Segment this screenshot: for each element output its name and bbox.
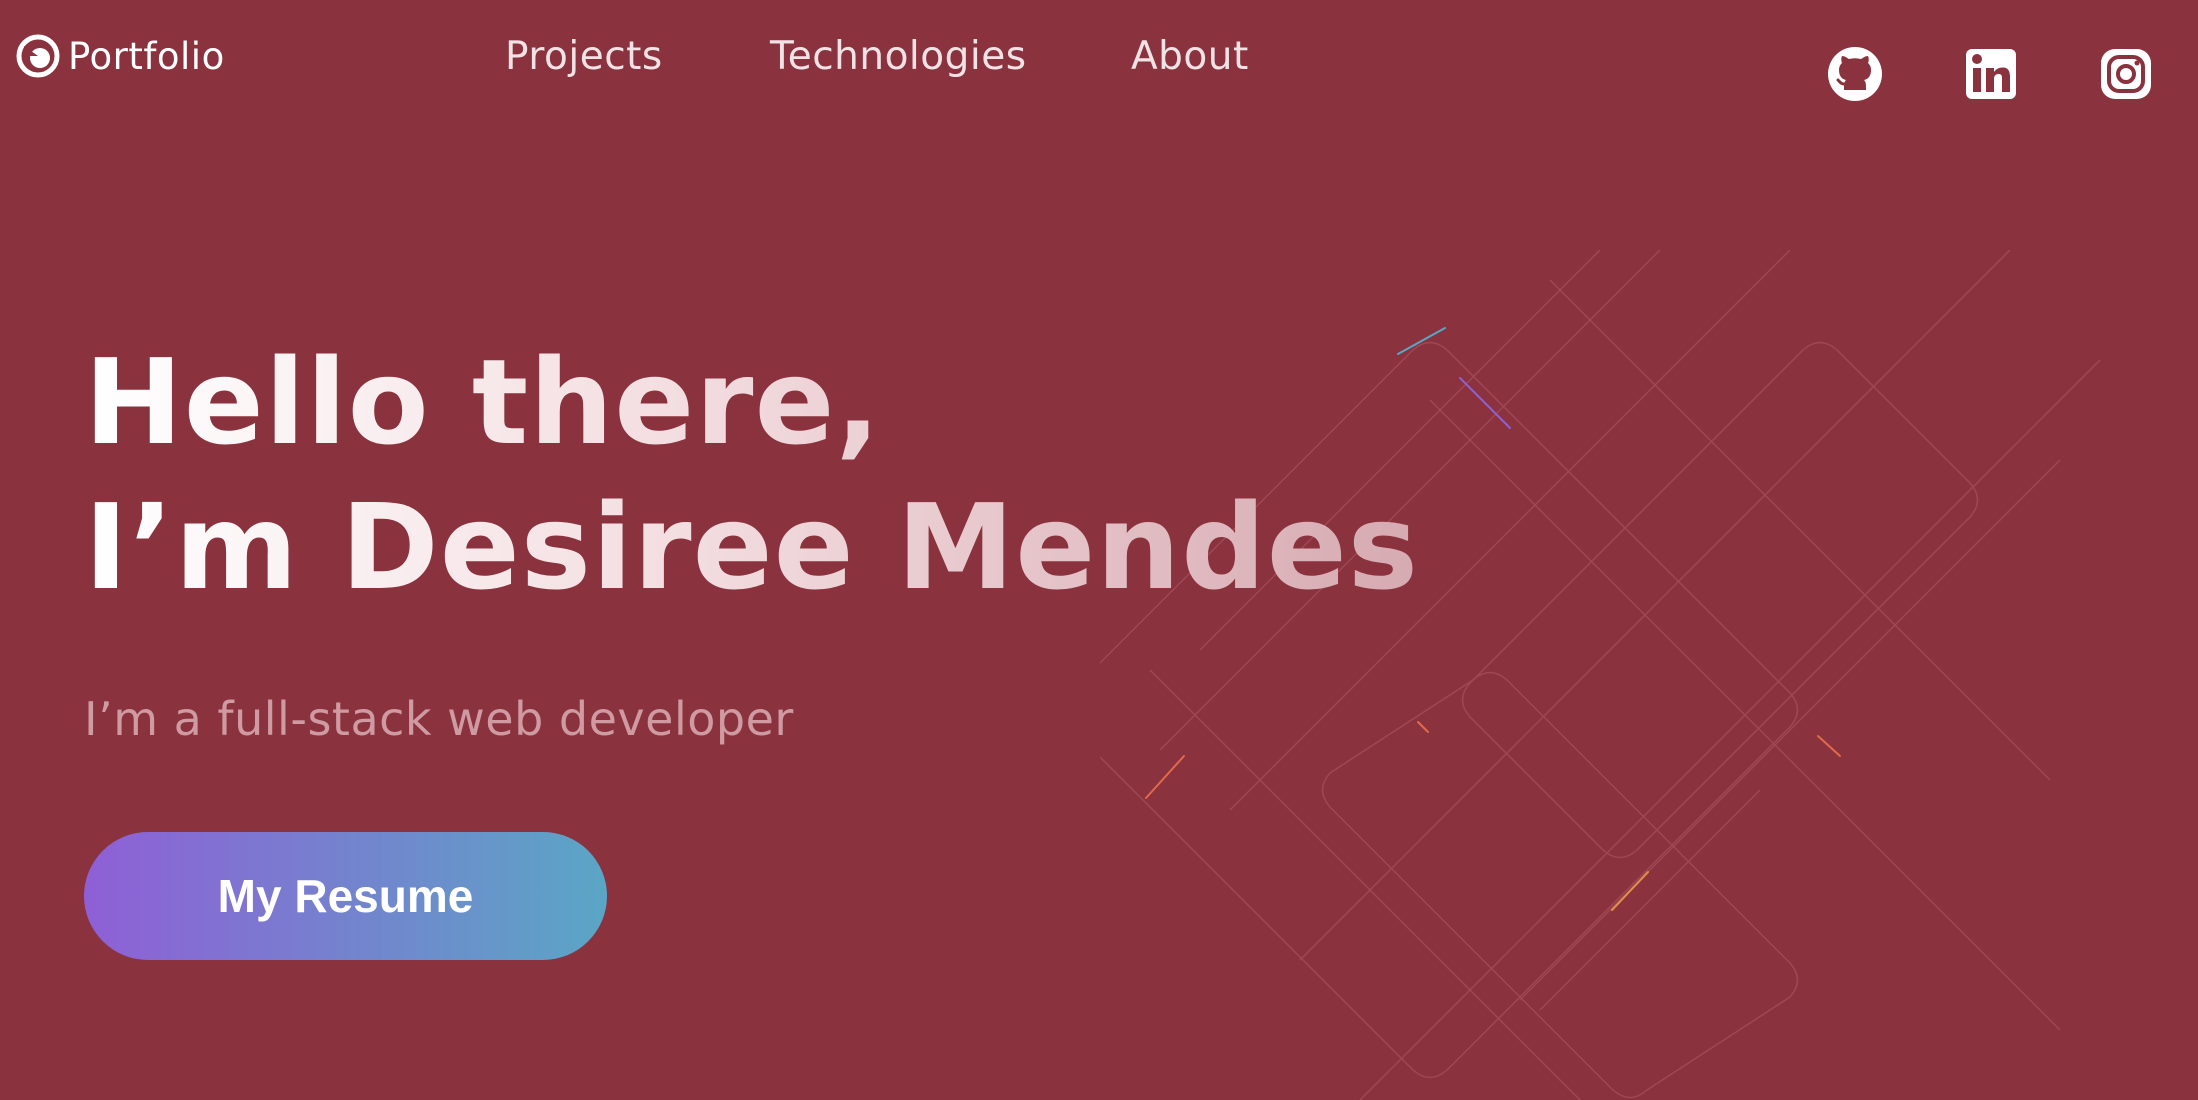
logo-icon xyxy=(16,34,60,78)
logo-link[interactable]: Portfolio xyxy=(16,34,225,78)
github-link[interactable] xyxy=(1827,46,1883,102)
hero-subtitle: I’m a full-stack web developer xyxy=(84,692,794,746)
hero-title-line-1: Hello there, xyxy=(84,333,882,471)
nav-link-about[interactable]: About xyxy=(1131,34,1249,79)
logo-text: Portfolio xyxy=(68,34,225,78)
nav-link-technologies[interactable]: Technologies xyxy=(770,34,1027,79)
hero-title-line-2: I’m Desiree Mendes xyxy=(84,478,1419,616)
linkedin-icon xyxy=(1966,49,2016,99)
linkedin-link[interactable] xyxy=(1963,46,2019,102)
resume-button[interactable]: My Resume xyxy=(84,832,607,960)
github-icon xyxy=(1828,47,1882,101)
hero-title: Hello there, I’m Desiree Mendes xyxy=(84,330,1419,620)
page: Portfolio Projects Technologies About He… xyxy=(0,0,2198,1100)
instagram-link[interactable] xyxy=(2098,46,2154,102)
instagram-icon xyxy=(2101,49,2151,99)
nav-link-projects[interactable]: Projects xyxy=(505,34,663,79)
